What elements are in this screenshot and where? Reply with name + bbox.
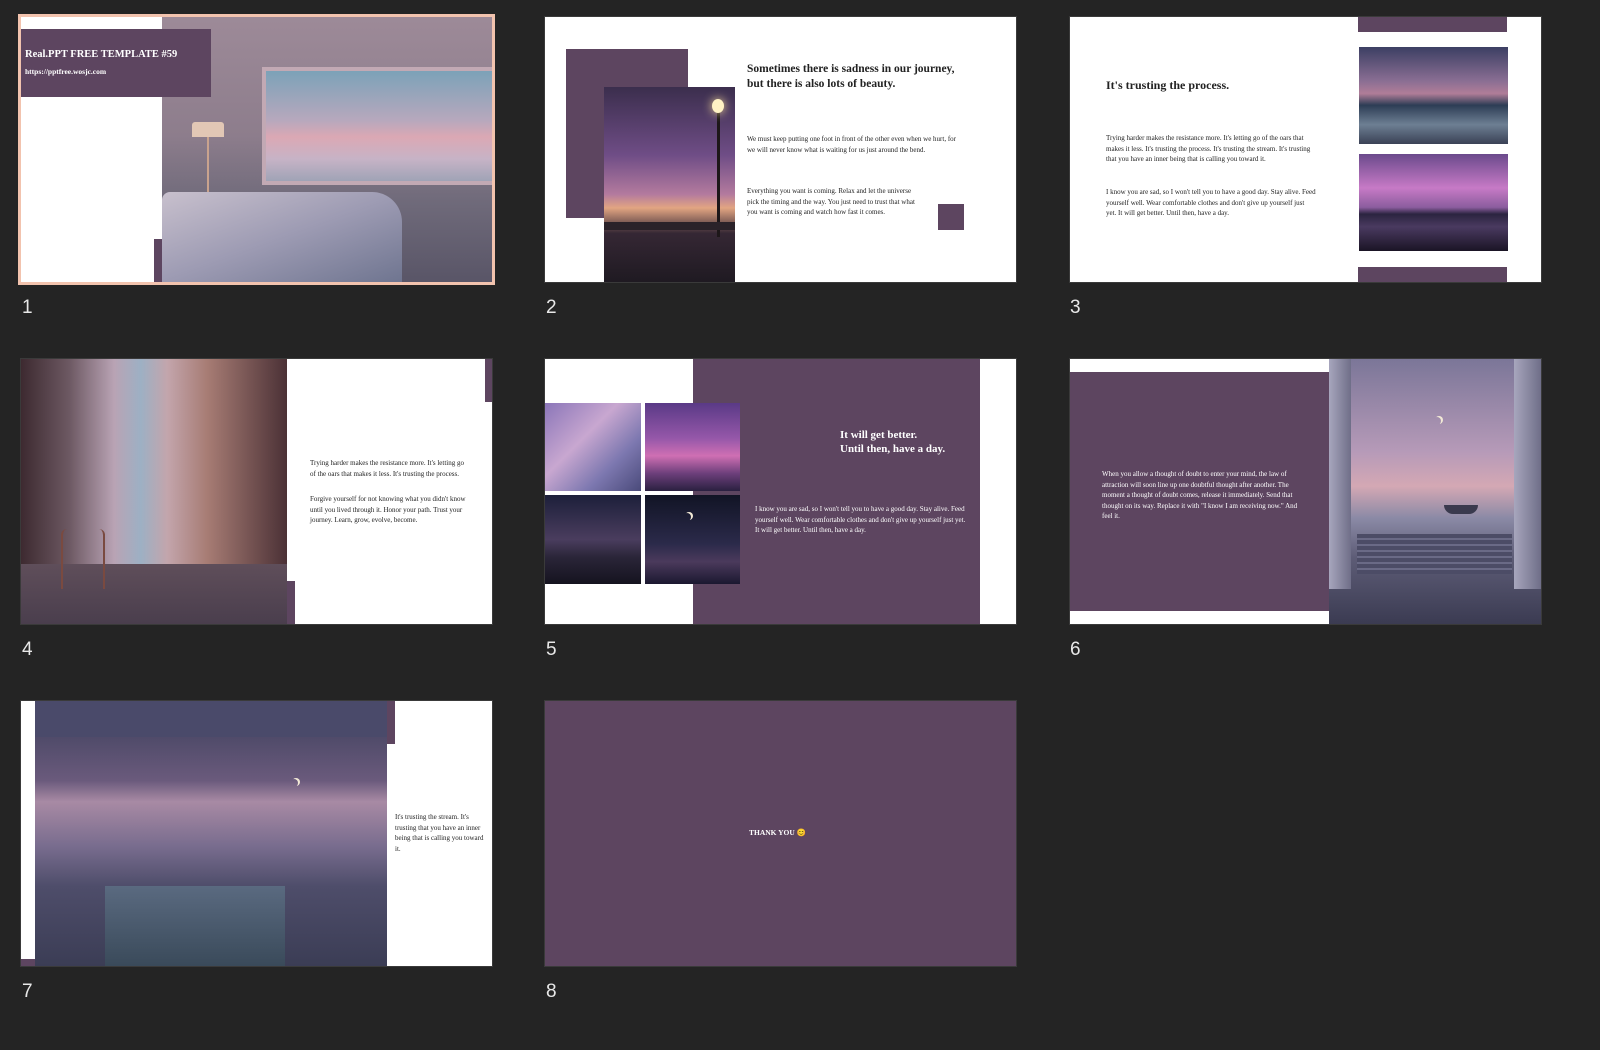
slide-thumbnail-7[interactable]: It's trusting the stream. It's trusting … xyxy=(21,701,492,966)
left-pillar xyxy=(1329,359,1351,589)
slide-number-1: 1 xyxy=(22,297,33,318)
slide4-para1: Trying harder makes the resistance more.… xyxy=(310,459,464,478)
chair-icon xyxy=(61,529,105,589)
pool-room-photo xyxy=(35,701,387,966)
mountain-photo xyxy=(1359,154,1508,251)
lamp-icon xyxy=(192,122,224,137)
slide5-para: I know you are sad, so I won't tell you … xyxy=(755,505,966,534)
slide-thumbnail-8[interactable]: THANK YOU 😊 xyxy=(545,701,1016,966)
accent-bar-top xyxy=(485,359,492,402)
accent-bar-left xyxy=(21,959,35,966)
lamp-light-icon xyxy=(712,99,724,113)
slide7-para: It's trusting the stream. It's trusting … xyxy=(395,813,484,853)
slide5-heading-line2: Until then, have a day. xyxy=(840,443,946,455)
accent-bar xyxy=(154,239,162,282)
night-sky-photo xyxy=(645,495,740,584)
accent-bar-top xyxy=(387,701,395,744)
slide4-para2: Forgive yourself for not knowing what yo… xyxy=(310,495,466,524)
top-bar xyxy=(1358,17,1507,32)
lamp-stand xyxy=(207,137,209,197)
slide-number-5: 5 xyxy=(546,639,557,660)
template-url: https://pptfree.wosjc.com xyxy=(25,67,107,76)
railing xyxy=(604,222,735,230)
thank-you-text: THANK YOU 😊 xyxy=(749,828,806,837)
slide-thumbnail-5[interactable]: It will get better. Until then, have a d… xyxy=(545,359,1016,624)
right-pillar xyxy=(1514,359,1541,589)
stairs xyxy=(1357,534,1512,574)
bedroom-photo xyxy=(162,17,492,282)
ceiling xyxy=(35,701,387,737)
moon-icon xyxy=(1433,417,1441,425)
slide3-para2: I know you are sad, so I won't tell you … xyxy=(1106,188,1316,217)
slide6-para: When you allow a thought of doubt to ent… xyxy=(1102,470,1298,520)
lamp-post xyxy=(717,107,720,237)
slide-number-8: 8 xyxy=(546,981,557,1002)
window-view xyxy=(262,67,492,185)
pool xyxy=(105,886,285,966)
slide5-heading-line1: It will get better. xyxy=(840,429,918,441)
bottom-bar xyxy=(1358,267,1507,282)
slide-number-4: 4 xyxy=(22,639,33,660)
slide-thumbnail-6[interactable]: When you allow a thought of doubt to ent… xyxy=(1070,359,1541,624)
curtain-room-photo xyxy=(21,359,287,624)
slide2-heading: Sometimes there is sadness in our journe… xyxy=(747,63,955,90)
slide-thumbnail-3[interactable]: It's trusting the process. Trying harder… xyxy=(1070,17,1541,282)
slide-number-2: 2 xyxy=(546,297,557,318)
slide2-para2: Everything you want is coming. Relax and… xyxy=(747,187,915,216)
slide3-heading: It's trusting the process. xyxy=(1106,78,1230,92)
portal-sea-photo xyxy=(1329,359,1541,624)
template-title: Real.PPT FREE TEMPLATE #59 xyxy=(25,49,178,60)
bed-image xyxy=(162,192,402,282)
beach-photo xyxy=(1359,47,1508,144)
slide-number-7: 7 xyxy=(22,981,33,1002)
slide-number-3: 3 xyxy=(1070,297,1081,318)
slide-thumbnail-4[interactable]: Trying harder makes the resistance more.… xyxy=(21,359,492,624)
slide-thumbnail-1[interactable]: Real.PPT FREE TEMPLATE #59 https://pptfr… xyxy=(21,17,492,282)
moon-icon xyxy=(683,513,691,521)
slide3-para1: Trying harder makes the resistance more.… xyxy=(1106,134,1311,163)
sunset-sky-photo xyxy=(645,403,740,491)
accent-square xyxy=(938,204,964,230)
slide-thumbnail-2[interactable]: Sometimes there is sadness in our journe… xyxy=(545,17,1016,282)
title-box: Real.PPT FREE TEMPLATE #59 https://pptfr… xyxy=(21,29,211,97)
accent-bar-bottom xyxy=(287,581,295,624)
moon-icon xyxy=(290,779,298,787)
content-panel xyxy=(693,359,980,624)
boat-icon xyxy=(1444,505,1478,514)
slide-number-6: 6 xyxy=(1070,639,1081,660)
street-lamp-photo xyxy=(604,87,735,282)
slide2-para1: We must keep putting one foot in front o… xyxy=(747,135,956,154)
airplane-window-photo xyxy=(545,403,641,491)
dunes-photo xyxy=(545,495,641,584)
